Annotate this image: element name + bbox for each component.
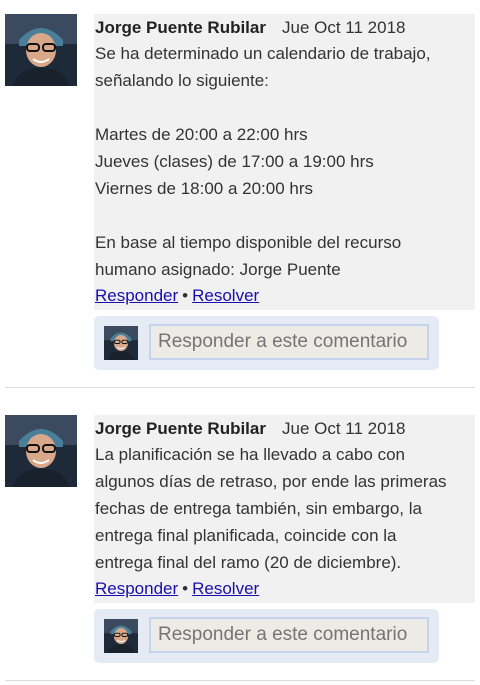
comment-body: Jorge Puente Rubilar Jue Oct 11 2018 Se h… (94, 14, 475, 310)
reply-box (94, 609, 439, 663)
reply-input[interactable] (149, 617, 429, 653)
resolve-link[interactable]: Resolver (192, 286, 259, 305)
reply-box (94, 316, 439, 370)
author-avatar (5, 14, 77, 86)
comment-meta: Jorge Puente Rubilar Jue Oct 11 2018 (95, 14, 471, 40)
reply-link[interactable]: Responder (95, 286, 178, 305)
action-separator: • (182, 579, 189, 598)
reply-avatar (104, 326, 138, 360)
resolve-link[interactable]: Resolver (192, 579, 259, 598)
comment-actions: Responder • Resolver (95, 576, 471, 602)
comment-line: entrega final planificada, coincide con … (95, 526, 397, 545)
comment-line: Jueves (clases) de 17:00 a 19:00 hrs (95, 152, 374, 171)
author-avatar (5, 415, 77, 487)
comment-line: algunos días de retraso, por ende las pr… (95, 472, 447, 491)
comment-line: señalando lo siguiente: (95, 71, 269, 90)
comment-line: Martes de 20:00 a 22:00 hrs (95, 125, 308, 144)
comment-line: fechas de entrega también, sin embargo, … (95, 499, 422, 518)
comment-text: Se ha determinado un calendario de traba… (95, 40, 471, 283)
reply-link[interactable]: Responder (95, 579, 178, 598)
reply-avatar (104, 619, 138, 653)
comment-author: Jorge Puente Rubilar (95, 18, 266, 37)
comment-divider (5, 680, 475, 681)
comment-line: La planificación se ha llevado a cabo co… (95, 445, 405, 464)
comment-line: Viernes de 18:00 a 20:00 hrs (95, 179, 314, 198)
comment-author: Jorge Puente Rubilar (95, 419, 266, 438)
comment-line: Se ha determinado un calendario de traba… (95, 44, 431, 63)
comment-body: Jorge Puente Rubilar Jue Oct 11 2018 La p… (94, 415, 475, 603)
comment-line: En base al tiempo disponible del recurso (95, 233, 402, 252)
comment-text: La planificación se ha llevado a cabo co… (95, 441, 471, 576)
comment-line (95, 202, 471, 229)
comment-line: humano asignado: Jorge Puente (95, 260, 341, 279)
comment-meta: Jorge Puente Rubilar Jue Oct 11 2018 (95, 415, 471, 441)
reply-input[interactable] (149, 324, 429, 360)
comment-date: Jue Oct 11 2018 (281, 18, 406, 37)
comment-actions: Responder • Resolver (95, 283, 471, 309)
comment-line (95, 94, 471, 121)
comment-line: entrega final del ramo (20 de diciembre)… (95, 553, 402, 572)
action-separator: • (182, 286, 189, 305)
comment-divider (5, 387, 475, 388)
comment-date: Jue Oct 11 2018 (281, 419, 406, 438)
